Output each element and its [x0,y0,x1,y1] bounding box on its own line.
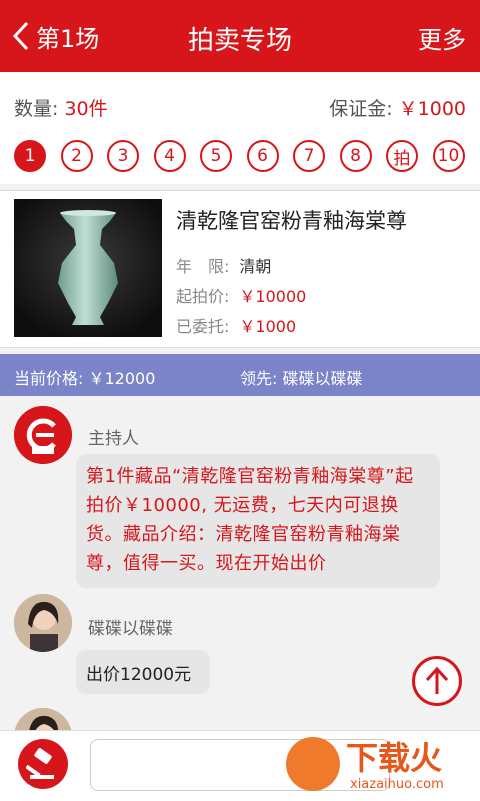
current-price: 当前价格: ￥12000 [14,369,156,388]
entrusted-value: ￥1000 [239,317,297,336]
lot-pager: 1 2 3 4 5 6 7 8 拍 10 [14,140,479,172]
start-price-label: 起拍价: [176,287,230,306]
start-price-value: ￥10000 [239,287,307,306]
host-message: 第1件藏品“清乾隆官窑粉青釉海棠尊”起拍价￥10000, 无运费，七天内可退换货… [76,454,440,588]
gavel-icon [26,748,54,779]
era-value: 清朝 [239,257,272,276]
bid-button[interactable] [18,739,68,789]
bid-input-bar: 下载火 xiazaihuo.com [0,730,480,801]
scroll-top-button[interactable] [412,656,462,706]
lot-page-2[interactable]: 2 [60,140,93,172]
page-title: 拍卖专场 [187,26,292,56]
current-bid-bar: 当前价格: ￥12000 领先: 碟碟以碟碟 [0,354,480,396]
more-button[interactable]: 更多 [418,20,466,55]
lot-page-10[interactable]: 10 [432,140,465,172]
lot-card[interactable]: 清乾隆官窑粉青釉海棠尊 年 限: 清朝 起拍价: ￥10000 已委托: ￥1000 [0,190,480,348]
quantity: 数量: 30件 [14,94,108,121]
quantity-value: 30件 [64,98,108,120]
era-label: 年 限: [176,257,230,276]
lot-page-7[interactable]: 7 [293,140,325,172]
watermark-title: 下载火 [346,739,443,777]
lot-era: 年 限: 清朝 [176,253,271,277]
lot-page-4[interactable]: 4 [153,140,186,172]
host-avatar[interactable] [14,406,72,464]
lot-entrusted: 已委托: ￥1000 [176,313,296,337]
lot-page-6[interactable]: 6 [246,140,279,172]
entrusted-label: 已委托: [176,317,230,336]
user-avatar[interactable] [14,594,72,652]
deposit-label: 保证金: [329,98,393,120]
chat-area[interactable]: 主持人 第1件藏品“清乾隆官窑粉青釉海棠尊”起拍价￥10000, 无运费，七天内… [0,396,480,730]
user-message: 出价12000元 [76,650,210,694]
session-info: 数量: 30件 保证金: ￥1000 1 2 3 4 5 6 7 8 拍 10 [0,72,480,184]
arrow-up-icon [425,666,449,694]
deposit-value: ￥1000 [398,98,466,120]
user-avatar-2[interactable] [14,708,72,730]
watermark-logo [286,737,340,791]
lot-page-5[interactable]: 5 [200,140,232,172]
lot-page-1[interactable]: 1 [14,140,46,172]
quantity-label: 数量: [14,98,59,120]
watermark: 下载火 xiazaihuo.com [282,733,472,799]
lot-page-bid[interactable]: 拍 [386,140,418,172]
top-bar: 第1场 拍卖专场 更多 [0,0,480,72]
deposit: 保证金: ￥1000 [329,94,466,121]
vase-image [14,199,162,337]
lot-page-3[interactable]: 3 [107,140,139,172]
lot-name: 清乾隆官窑粉青釉海棠尊 [176,209,407,233]
lot-page-8[interactable]: 8 [339,140,372,172]
lot-start-price: 起拍价: ￥10000 [176,283,306,307]
leading-bidder: 领先: 碟碟以碟碟 [240,369,363,388]
host-name: 主持人 [88,429,139,449]
user-name: 碟碟以碟碟 [88,619,173,639]
watermark-site: xiazaihuo.com [350,777,444,792]
